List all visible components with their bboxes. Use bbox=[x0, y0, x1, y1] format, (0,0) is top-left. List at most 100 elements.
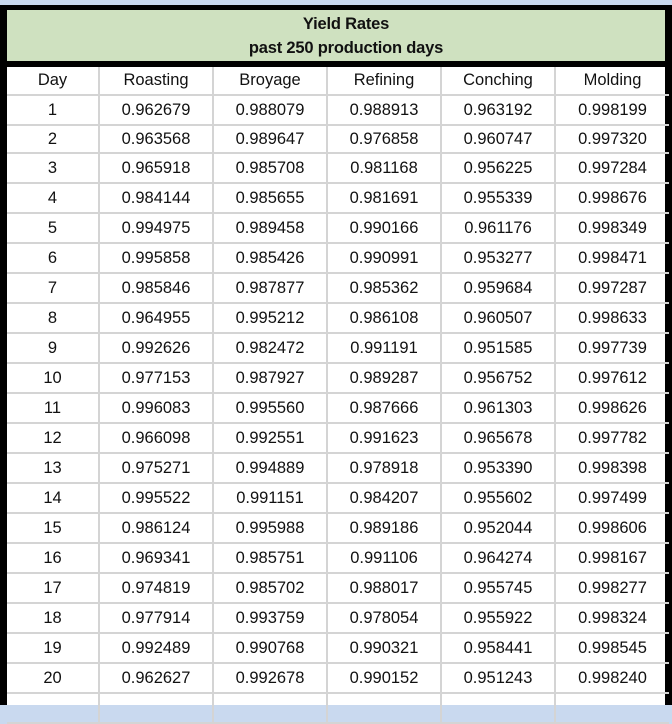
cell-broyage[interactable]: 0.982472 bbox=[212, 332, 328, 364]
cell-conching[interactable]: 0.953277 bbox=[440, 242, 556, 274]
cell-broyage[interactable]: 0.985702 bbox=[212, 572, 328, 604]
cell-day[interactable]: 18 bbox=[7, 602, 100, 634]
header-roasting[interactable]: Roasting bbox=[98, 67, 214, 96]
cell-roasting[interactable]: 0.964955 bbox=[98, 302, 214, 334]
cell-refining[interactable]: 0.990166 bbox=[326, 212, 442, 244]
cell-day[interactable]: 1 bbox=[7, 94, 100, 126]
cell-molding[interactable]: 0.998626 bbox=[554, 392, 669, 424]
cell-conching[interactable]: 0.960747 bbox=[440, 124, 556, 154]
cell-refining[interactable]: 0.990321 bbox=[326, 632, 442, 664]
cell-day[interactable]: 4 bbox=[7, 182, 100, 214]
cell-broyage[interactable]: 0.987877 bbox=[212, 272, 328, 304]
header-day[interactable]: Day bbox=[7, 67, 100, 96]
cell-broyage[interactable]: 0.987927 bbox=[212, 362, 328, 394]
cell-broyage[interactable]: 0.994889 bbox=[212, 452, 328, 484]
cell-molding[interactable]: 0.998633 bbox=[554, 302, 669, 334]
cell-broyage[interactable]: 0.988079 bbox=[212, 94, 328, 126]
cell-molding[interactable]: 0.997782 bbox=[554, 422, 669, 454]
cell-molding[interactable]: 0.998471 bbox=[554, 242, 669, 274]
cell-molding[interactable] bbox=[554, 692, 669, 724]
cell-roasting[interactable]: 0.984144 bbox=[98, 182, 214, 214]
cell-roasting[interactable]: 0.994975 bbox=[98, 212, 214, 244]
cell-broyage[interactable]: 0.989647 bbox=[212, 124, 328, 154]
cell-molding[interactable]: 0.997320 bbox=[554, 124, 669, 154]
cell-molding[interactable]: 0.997612 bbox=[554, 362, 669, 394]
cell-molding[interactable]: 0.998606 bbox=[554, 512, 669, 544]
header-refining[interactable]: Refining bbox=[326, 67, 442, 96]
cell-refining[interactable]: 0.976858 bbox=[326, 124, 442, 154]
cell-refining[interactable]: 0.990991 bbox=[326, 242, 442, 274]
cell-refining[interactable]: 0.985362 bbox=[326, 272, 442, 304]
cell-refining[interactable]: 0.991191 bbox=[326, 332, 442, 364]
header-broyage[interactable]: Broyage bbox=[212, 67, 328, 96]
cell-broyage[interactable]: 0.995212 bbox=[212, 302, 328, 334]
cell-molding[interactable]: 0.998349 bbox=[554, 212, 669, 244]
cell-conching[interactable]: 0.951243 bbox=[440, 662, 556, 694]
cell-day[interactable]: 7 bbox=[7, 272, 100, 304]
cell-roasting[interactable]: 0.977153 bbox=[98, 362, 214, 394]
cell-refining[interactable] bbox=[326, 692, 442, 724]
cell-conching[interactable]: 0.956225 bbox=[440, 152, 556, 184]
cell-roasting[interactable]: 0.992489 bbox=[98, 632, 214, 664]
cell-refining[interactable]: 0.984207 bbox=[326, 482, 442, 514]
cell-molding[interactable]: 0.998545 bbox=[554, 632, 669, 664]
cell-roasting[interactable]: 0.963568 bbox=[98, 124, 214, 154]
cell-refining[interactable]: 0.991106 bbox=[326, 542, 442, 574]
cell-roasting[interactable]: 0.962679 bbox=[98, 94, 214, 126]
cell-refining[interactable]: 0.981691 bbox=[326, 182, 442, 214]
cell-roasting[interactable]: 0.966098 bbox=[98, 422, 214, 454]
cell-molding[interactable]: 0.998277 bbox=[554, 572, 669, 604]
cell-conching[interactable]: 0.955339 bbox=[440, 182, 556, 214]
cell-roasting[interactable]: 0.965918 bbox=[98, 152, 214, 184]
header-molding[interactable]: Molding bbox=[554, 67, 669, 96]
cell-day[interactable]: 12 bbox=[7, 422, 100, 454]
cell-refining[interactable]: 0.978918 bbox=[326, 452, 442, 484]
cell-roasting[interactable]: 0.974819 bbox=[98, 572, 214, 604]
cell-conching[interactable]: 0.961176 bbox=[440, 212, 556, 244]
cell-broyage[interactable]: 0.995988 bbox=[212, 512, 328, 544]
cell-broyage[interactable]: 0.985751 bbox=[212, 542, 328, 574]
cell-broyage[interactable]: 0.985426 bbox=[212, 242, 328, 274]
cell-day[interactable]: 20 bbox=[7, 662, 100, 694]
cell-molding[interactable]: 0.998398 bbox=[554, 452, 669, 484]
cell-day[interactable]: 16 bbox=[7, 542, 100, 574]
cell-roasting[interactable]: 0.975271 bbox=[98, 452, 214, 484]
cell-molding[interactable]: 0.997287 bbox=[554, 272, 669, 304]
cell-refining[interactable]: 0.991623 bbox=[326, 422, 442, 454]
cell-molding[interactable]: 0.998324 bbox=[554, 602, 669, 634]
cell-day[interactable]: 17 bbox=[7, 572, 100, 604]
cell-refining[interactable]: 0.988913 bbox=[326, 94, 442, 126]
cell-conching[interactable]: 0.964274 bbox=[440, 542, 556, 574]
cell-conching[interactable] bbox=[440, 692, 556, 724]
cell-broyage[interactable]: 0.991151 bbox=[212, 482, 328, 514]
cell-day[interactable]: 2 bbox=[7, 124, 100, 154]
cell-refining[interactable]: 0.987666 bbox=[326, 392, 442, 424]
cell-conching[interactable]: 0.965678 bbox=[440, 422, 556, 454]
cell-roasting[interactable]: 0.996083 bbox=[98, 392, 214, 424]
cell-conching[interactable]: 0.963192 bbox=[440, 94, 556, 126]
cell-day[interactable]: 9 bbox=[7, 332, 100, 364]
cell-conching[interactable]: 0.955922 bbox=[440, 602, 556, 634]
cell-molding[interactable]: 0.998240 bbox=[554, 662, 669, 694]
cell-conching[interactable]: 0.956752 bbox=[440, 362, 556, 394]
cell-broyage[interactable]: 0.992678 bbox=[212, 662, 328, 694]
cell-broyage[interactable]: 0.990768 bbox=[212, 632, 328, 664]
cell-broyage[interactable]: 0.993759 bbox=[212, 602, 328, 634]
cell-molding[interactable]: 0.997499 bbox=[554, 482, 669, 514]
cell-day[interactable]: 14 bbox=[7, 482, 100, 514]
cell-refining[interactable]: 0.978054 bbox=[326, 602, 442, 634]
cell-broyage[interactable]: 0.992551 bbox=[212, 422, 328, 454]
cell-broyage[interactable]: 0.989458 bbox=[212, 212, 328, 244]
cell-roasting[interactable] bbox=[98, 692, 214, 724]
cell-molding[interactable]: 0.997284 bbox=[554, 152, 669, 184]
cell-conching[interactable]: 0.952044 bbox=[440, 512, 556, 544]
cell-day[interactable]: 10 bbox=[7, 362, 100, 394]
cell-roasting[interactable]: 0.995522 bbox=[98, 482, 214, 514]
cell-day[interactable]: 11 bbox=[7, 392, 100, 424]
cell-day[interactable] bbox=[7, 692, 100, 724]
cell-roasting[interactable]: 0.986124 bbox=[98, 512, 214, 544]
cell-refining[interactable]: 0.988017 bbox=[326, 572, 442, 604]
cell-conching[interactable]: 0.958441 bbox=[440, 632, 556, 664]
cell-refining[interactable]: 0.989186 bbox=[326, 512, 442, 544]
cell-conching[interactable]: 0.951585 bbox=[440, 332, 556, 364]
